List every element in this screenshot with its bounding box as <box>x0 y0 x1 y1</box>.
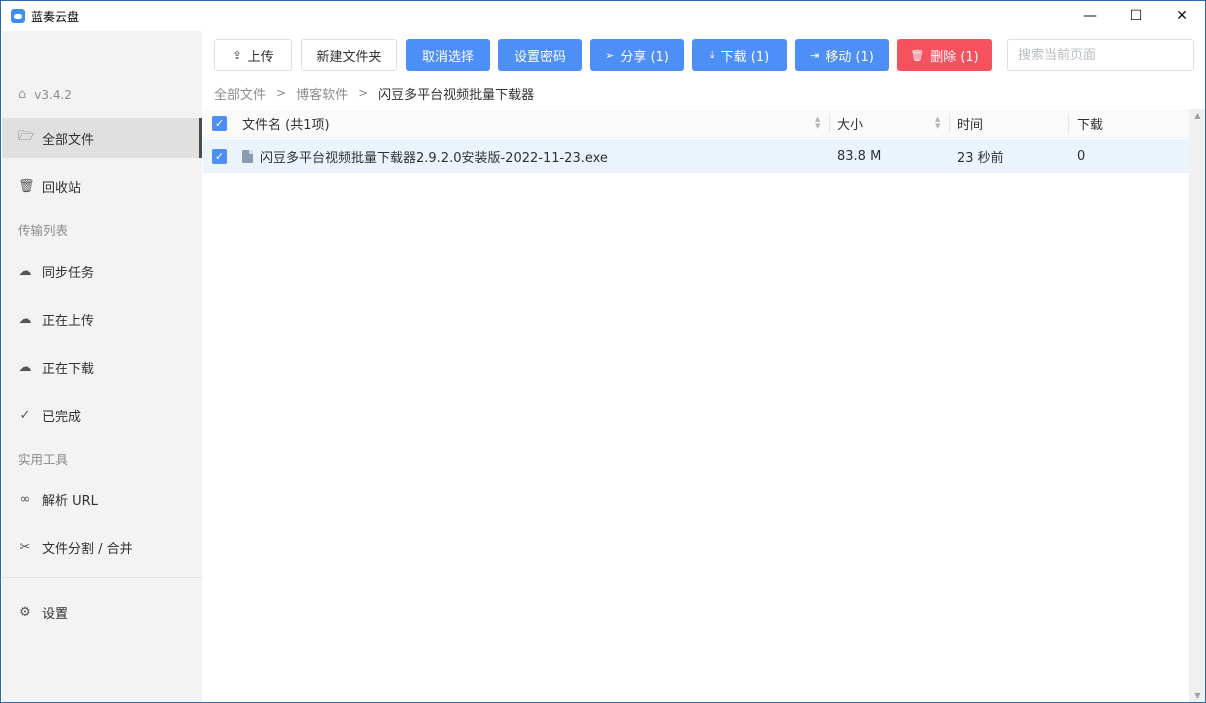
sidebar-group-transfer: 传输列表 <box>18 223 69 238</box>
sidebar-item-label: 同步任务 <box>42 265 95 281</box>
gear-icon: ⚙ <box>19 604 31 620</box>
upload-label: 上传 <box>247 49 274 65</box>
cloud-download-icon: ☁ <box>18 359 32 375</box>
version-label: v3.4.2 <box>34 87 72 102</box>
app-window: 蓝奏云盘 — ☐ ✕ ⌂ v3.4.2 🗁 全部文件 🗑 回收站 传输列表 ☁ … <box>0 0 1206 703</box>
column-header-time[interactable]: 时间 <box>957 109 983 138</box>
column-header-downloads[interactable]: 下载 <box>1077 109 1103 138</box>
chevron-right-icon: > <box>276 86 287 100</box>
file-downloads-cell: 0 <box>1077 148 1086 164</box>
download-button[interactable]: ⤓ 下载 (1) <box>692 39 787 71</box>
sidebar-item-uploading[interactable]: ☁ 正在上传 <box>2 299 202 339</box>
sidebar-item-label: 正在上传 <box>42 313 95 329</box>
close-button[interactable]: ✕ <box>1159 1 1205 31</box>
delete-label: 删除 (1) <box>930 49 979 65</box>
breadcrumb-item[interactable]: 博客软件 <box>296 84 348 103</box>
sidebar: ⌂ v3.4.2 🗁 全部文件 🗑 回收站 传输列表 ☁ 同步任务 ☁ 正在上传… <box>2 31 202 702</box>
sidebar-item-split-merge[interactable]: ✂ 文件分割 / 合并 <box>2 527 202 567</box>
trash-icon: 🗑 <box>910 48 925 62</box>
sidebar-divider <box>2 577 202 578</box>
file-table: ✓ 文件名 (共1项) ▲ ▼ 大小 ▲ ▼ 时间 下载 ✓ 闪豆多平台视频批量下载… <box>203 109 1189 702</box>
folder-open-icon: 🗁 <box>18 129 35 144</box>
breadcrumb-current: 闪豆多平台视频批量下载器 <box>378 87 535 103</box>
sidebar-item-label: 回收站 <box>42 180 82 196</box>
share-button[interactable]: ➢ 分享 (1) <box>590 39 684 71</box>
chevron-right-icon: > <box>358 86 369 100</box>
github-icon: ⌂ <box>18 87 27 102</box>
column-header-size[interactable]: 大小 <box>837 109 863 138</box>
scissors-icon: ✂ <box>19 539 31 555</box>
move-button[interactable]: ⇥ 移动 (1) <box>795 39 889 71</box>
file-icon <box>242 149 253 163</box>
sidebar-item-all-files[interactable]: 🗁 全部文件 <box>2 118 202 158</box>
sidebar-item-recycle-bin[interactable]: 🗑 回收站 <box>2 166 202 206</box>
version-info: ⌂ v3.4.2 <box>18 87 72 102</box>
download-icon: ⤓ <box>709 48 715 61</box>
sort-arrows-icon[interactable]: ▲ ▼ <box>815 116 820 130</box>
link-icon: ∞ <box>19 491 31 507</box>
column-divider <box>1068 114 1069 133</box>
minimize-button[interactable]: — <box>1067 1 1113 31</box>
trash-icon: 🗑 <box>18 178 35 194</box>
scroll-down-icon[interactable]: ▼ <box>1189 689 1205 702</box>
file-name[interactable]: 闪豆多平台视频批量下载器2.9.2.0安装版-2022-11-23.exe <box>260 147 608 166</box>
file-size-cell: 83.8 M <box>837 148 882 164</box>
download-label: 下载 (1) <box>720 49 770 65</box>
file-time-cell: 23 秒前 <box>957 150 1004 166</box>
send-icon: ➢ <box>605 48 615 62</box>
sidebar-item-label: 设置 <box>42 606 69 622</box>
move-label: 移动 (1) <box>825 49 874 65</box>
check-circle-icon: ✓ <box>19 407 31 423</box>
cancel-select-button[interactable]: 取消选择 <box>406 39 490 71</box>
upload-button[interactable]: ⇪ 上传 <box>214 39 292 71</box>
breadcrumb-item[interactable]: 全部文件 <box>214 84 266 103</box>
sidebar-item-downloading[interactable]: ☁ 正在下载 <box>2 347 202 387</box>
table-header: ✓ 文件名 (共1项) ▲ ▼ 大小 ▲ ▼ 时间 下载 <box>203 109 1189 138</box>
move-icon: ⇥ <box>810 48 820 62</box>
set-password-button[interactable]: 设置密码 <box>498 39 582 71</box>
sidebar-item-completed[interactable]: ✓ 已完成 <box>2 395 202 435</box>
sidebar-item-label: 文件分割 / 合并 <box>42 541 133 557</box>
sidebar-item-label: 全部文件 <box>42 132 95 148</box>
search-input[interactable] <box>1007 39 1194 71</box>
table-row[interactable]: ✓ 闪豆多平台视频批量下载器2.9.2.0安装版-2022-11-23.exe … <box>203 139 1189 173</box>
row-checkbox[interactable]: ✓ <box>212 149 227 164</box>
breadcrumb: 全部文件 > 博客软件 > 闪豆多平台视频批量下载器 <box>214 83 534 103</box>
select-all-checkbox[interactable]: ✓ <box>212 116 227 131</box>
window-title: 蓝奏云盘 <box>31 9 80 24</box>
maximize-button[interactable]: ☐ <box>1113 1 1159 31</box>
cloud-sync-icon: ☁ <box>18 263 32 279</box>
title-bar: 蓝奏云盘 — ☐ ✕ <box>1 1 1205 31</box>
share-label: 分享 (1) <box>620 49 669 65</box>
sidebar-item-label: 已完成 <box>42 409 82 425</box>
column-divider <box>949 114 950 133</box>
file-name-cell: 闪豆多平台视频批量下载器2.9.2.0安装版-2022-11-23.exe <box>242 139 608 173</box>
cloud-upload-icon: ☁ <box>18 311 32 327</box>
sidebar-item-sync-tasks[interactable]: ☁ 同步任务 <box>2 251 202 291</box>
sidebar-item-settings[interactable]: ⚙ 设置 <box>2 592 202 632</box>
cloud-app-icon <box>11 9 25 23</box>
column-header-name[interactable]: 文件名 (共1项) <box>242 109 330 138</box>
window-controls: — ☐ ✕ <box>1067 1 1205 31</box>
sort-arrows-icon[interactable]: ▲ ▼ <box>935 116 940 130</box>
sidebar-item-label: 解析 URL <box>42 493 98 509</box>
scroll-up-icon[interactable]: ▲ <box>1189 109 1205 123</box>
delete-button[interactable]: 🗑 删除 (1) <box>897 39 992 71</box>
column-divider <box>829 114 830 133</box>
sidebar-group-tools: 实用工具 <box>18 452 69 467</box>
sidebar-item-label: 正在下载 <box>42 361 95 377</box>
vertical-scrollbar[interactable]: ▲ ▼ <box>1189 109 1205 702</box>
new-folder-button[interactable]: 新建文件夹 <box>301 39 397 71</box>
cloud-upload-icon: ⇪ <box>232 48 242 62</box>
sidebar-item-parse-url[interactable]: ∞ 解析 URL <box>2 479 202 519</box>
